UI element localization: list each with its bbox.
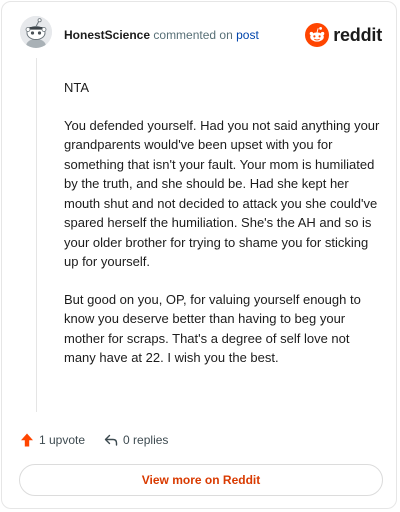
comment-paragraph: You defended yourself. Had you not said … [64, 117, 380, 270]
view-more-button[interactable]: View more on Reddit [19, 464, 383, 496]
reddit-logo[interactable]: reddit [305, 23, 382, 47]
replies-button[interactable]: 0 replies [103, 432, 168, 448]
action-text: commented on [153, 28, 233, 42]
snoo-avatar-icon [20, 16, 52, 48]
upvote-count: 1 upvote [39, 433, 86, 447]
upvote-arrow-icon [21, 433, 33, 447]
comment-actions: 1 upvote 0 replies [19, 432, 168, 448]
comment-paragraph: But good on you, OP, for valuing yoursel… [64, 291, 361, 366]
comment-paragraph: NTA [64, 80, 90, 95]
post-link[interactable]: post [236, 28, 259, 42]
user-avatar[interactable] [20, 16, 52, 48]
upvote-button[interactable]: 1 upvote [19, 432, 85, 448]
reddit-logo-icon [305, 23, 330, 47]
comment-body: NTA You defended yourself. Had you not s… [64, 78, 382, 386]
username-link[interactable]: HonestScience [64, 28, 150, 42]
reply-arrow-icon [104, 434, 118, 446]
comment-card: HonestScience commented on post reddit N… [1, 1, 397, 509]
replies-count: 0 replies [123, 433, 169, 447]
reddit-wordmark: reddit [333, 24, 382, 45]
comment-header: HonestScience commented on post [64, 27, 259, 43]
thread-line [36, 58, 37, 412]
